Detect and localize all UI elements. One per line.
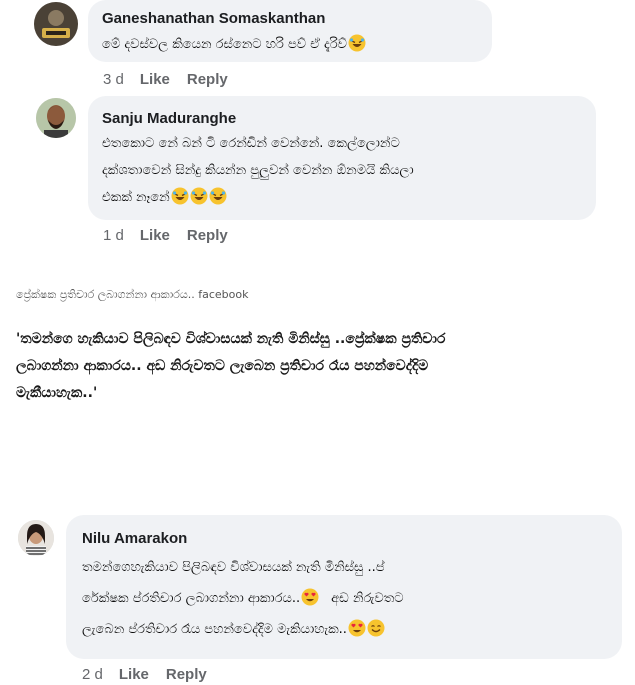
quote-line: ලබාගන්නා ආකාරය.. අඩ නිරුවතට ලැබෙන ප්‍රති… (16, 358, 429, 374)
comment-timestamp[interactable]: 3 d (103, 71, 124, 88)
comment-line: දක්ශතාවෙන් සින්දු කියන්න පුලුවන් වෙන්න ඕ… (102, 163, 414, 178)
comment-author[interactable]: Ganeshanathan Somaskanthan (102, 10, 325, 27)
heart-eyes-emoji-icon (301, 588, 319, 606)
avatar[interactable] (36, 98, 76, 138)
rofl-emoji-icon (348, 34, 366, 52)
comment-text: තමන්ගෙහැකියාව පිලිබඳව විශ්වාසයක් නැති මි… (82, 552, 404, 645)
rofl-emoji-icon (209, 187, 227, 205)
like-button[interactable]: Like (140, 71, 170, 88)
comment-actions: 2 d Like Reply (82, 666, 224, 683)
avatar[interactable] (18, 520, 54, 556)
like-button[interactable]: Like (119, 666, 149, 683)
comment-line: ලැබෙන ප්රතිචාර රෑය පහන්වෙද්දිම මැකියාහැක… (82, 622, 347, 637)
reply-button[interactable]: Reply (187, 71, 228, 88)
comment-line: එකක් නෑනේ (102, 190, 170, 205)
comment-text: එතකොට නේ බන් ටි රෙන්ඩින් වෙන්නේ. කෙල්ලොන… (102, 130, 414, 211)
avatar-image (34, 2, 78, 46)
comment-timestamp[interactable]: 1 d (103, 227, 124, 244)
image-caption: ප්‍රේක්ෂක ප්‍රතිචාර ලබාගන්නා ආකාරය.. fac… (16, 288, 249, 301)
quote-line: මැකීයාහැක..' (16, 385, 98, 401)
comment-line: එතකොට නේ බන් ටි රෙන්ඩින් වෙන්නේ. කෙල්ලොන… (102, 136, 400, 151)
comment-line: මේ දවස්වල කියෙන රස්නෙට හරි පව් ඒ දැරිව් (102, 37, 348, 52)
comment-actions: 1 d Like Reply (103, 227, 245, 244)
article-quote: 'තමන්ගෙ හැකියාව පිලිබඳව විශ්වාසයක් නැති … (16, 326, 626, 407)
comment-line: තමන්ගෙහැකියාව පිලිබඳව විශ්වාසයක් නැති මි… (82, 560, 385, 575)
comment-line: රේක්ෂක ප්රතිචාර ලබාගන්නා ආකාරය.. (82, 591, 301, 606)
avatar-image (18, 520, 54, 556)
like-button[interactable]: Like (140, 227, 170, 244)
comment-text: මේ දවස්වල කියෙන රස්නෙට හරි පව් ඒ දැරිව් (102, 31, 366, 58)
comment-author[interactable]: Sanju Maduranghe (102, 110, 236, 127)
smile-emoji-icon (367, 619, 385, 637)
comment-line: අඩ නිරුවතට (331, 591, 404, 606)
heart-eyes-emoji-icon (348, 619, 366, 637)
avatar[interactable] (34, 2, 78, 46)
reply-button[interactable]: Reply (187, 227, 228, 244)
reply-button[interactable]: Reply (166, 666, 207, 683)
quote-line: 'තමන්ගෙ හැකියාව පිලිබඳව විශ්වාසයක් නැති … (16, 331, 446, 347)
comment-actions: 3 d Like Reply (103, 71, 245, 88)
rofl-emoji-icon (190, 187, 208, 205)
rofl-emoji-icon (171, 187, 189, 205)
comment-timestamp[interactable]: 2 d (82, 666, 103, 683)
avatar-image (36, 98, 76, 138)
comment-author[interactable]: Nilu Amarakon (82, 530, 187, 547)
